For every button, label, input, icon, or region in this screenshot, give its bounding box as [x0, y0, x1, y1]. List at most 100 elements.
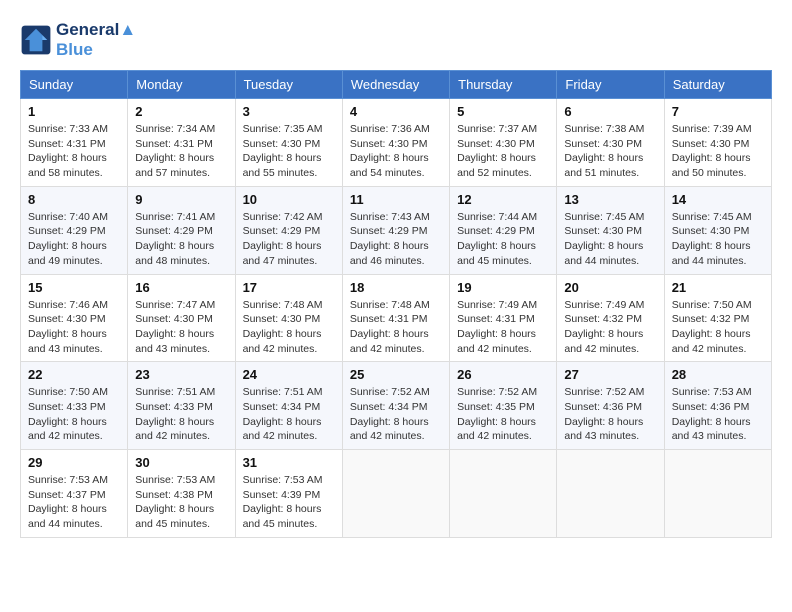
- calendar-cell: 19Sunrise: 7:49 AMSunset: 4:31 PMDayligh…: [450, 274, 557, 362]
- calendar-cell: 9 Sunrise: 7:41 AMSunset: 4:29 PMDaylight…: [128, 186, 235, 274]
- calendar-cell: 22 Sunrise: 7:50 AMSunset: 4:33 PMDayligh…: [21, 362, 128, 450]
- day-info: Sunrise: 7:48 AMSunset: 4:31 PMDaylight:…: [350, 298, 442, 357]
- day-number: 1: [28, 104, 120, 119]
- day-number: 6: [564, 104, 656, 119]
- calendar-cell: 20 Sunrise: 7:49 AMSunset: 4:32 PMDayligh…: [557, 274, 664, 362]
- header-sunday: Sunday: [21, 71, 128, 99]
- header-thursday: Thursday: [450, 71, 557, 99]
- day-info: Sunrise: 7:46 AMSunset: 4:30 PMDaylight:…: [28, 298, 120, 357]
- day-number: 9: [135, 192, 227, 207]
- day-number: 4: [350, 104, 442, 119]
- calendar-week-5: 29 Sunrise: 7:53 AMSunset: 4:37 PMDayligh…: [21, 450, 772, 538]
- calendar-cell: 16 Sunrise: 7:47 AMSunset: 4:30 PMDayligh…: [128, 274, 235, 362]
- day-info: Sunrise: 7:48 AMSunset: 4:30 PMDaylight:…: [243, 298, 335, 357]
- day-info: Sunrise: 7:42 AMSunset: 4:29 PMDaylight:…: [243, 210, 335, 269]
- calendar-cell: 24Sunrise: 7:51 AMSunset: 4:34 PMDayligh…: [235, 362, 342, 450]
- day-number: 10: [243, 192, 335, 207]
- day-number: 18: [350, 280, 442, 295]
- day-number: 25: [350, 367, 442, 382]
- calendar-cell: 28Sunrise: 7:53 AMSunset: 4:36 PMDayligh…: [664, 362, 771, 450]
- calendar-cell: 11 Sunrise: 7:43 AMSunset: 4:29 PMDayligh…: [342, 186, 449, 274]
- day-number: 29: [28, 455, 120, 470]
- page-header: General▲ Blue: [20, 20, 772, 60]
- calendar-cell: 5Sunrise: 7:37 AMSunset: 4:30 PMDaylight…: [450, 99, 557, 187]
- day-info: Sunrise: 7:35 AMSunset: 4:30 PMDaylight:…: [243, 122, 335, 181]
- calendar-cell: 25 Sunrise: 7:52 AMSunset: 4:34 PMDayligh…: [342, 362, 449, 450]
- day-info: Sunrise: 7:52 AMSunset: 4:35 PMDaylight:…: [457, 385, 549, 444]
- day-number: 2: [135, 104, 227, 119]
- day-number: 16: [135, 280, 227, 295]
- calendar-cell: 30 Sunrise: 7:53 AMSunset: 4:38 PMDayligh…: [128, 450, 235, 538]
- day-number: 27: [564, 367, 656, 382]
- calendar-cell: 3 Sunrise: 7:35 AMSunset: 4:30 PMDaylight…: [235, 99, 342, 187]
- day-number: 31: [243, 455, 335, 470]
- calendar-cell: 4 Sunrise: 7:36 AMSunset: 4:30 PMDaylight…: [342, 99, 449, 187]
- day-number: 30: [135, 455, 227, 470]
- day-info: Sunrise: 7:53 AMSunset: 4:39 PMDaylight:…: [243, 473, 335, 532]
- calendar-cell: 26 Sunrise: 7:52 AMSunset: 4:35 PMDayligh…: [450, 362, 557, 450]
- day-info: Sunrise: 7:49 AMSunset: 4:32 PMDaylight:…: [564, 298, 656, 357]
- day-info: Sunrise: 7:43 AMSunset: 4:29 PMDaylight:…: [350, 210, 442, 269]
- calendar-cell: 12Sunrise: 7:44 AMSunset: 4:29 PMDayligh…: [450, 186, 557, 274]
- day-number: 15: [28, 280, 120, 295]
- day-number: 11: [350, 192, 442, 207]
- day-number: 23: [135, 367, 227, 382]
- day-number: 14: [672, 192, 764, 207]
- day-number: 26: [457, 367, 549, 382]
- calendar-cell: 8Sunrise: 7:40 AMSunset: 4:29 PMDaylight…: [21, 186, 128, 274]
- calendar-cell: 15 Sunrise: 7:46 AMSunset: 4:30 PMDayligh…: [21, 274, 128, 362]
- day-info: Sunrise: 7:53 AMSunset: 4:38 PMDaylight:…: [135, 473, 227, 532]
- calendar-cell: 1 Sunrise: 7:33 AMSunset: 4:31 PMDaylight…: [21, 99, 128, 187]
- header-tuesday: Tuesday: [235, 71, 342, 99]
- day-info: Sunrise: 7:37 AMSunset: 4:30 PMDaylight:…: [457, 122, 549, 181]
- calendar-cell: 14 Sunrise: 7:45 AMSunset: 4:30 PMDayligh…: [664, 186, 771, 274]
- calendar-header-row: SundayMondayTuesdayWednesdayThursdayFrid…: [21, 71, 772, 99]
- day-info: Sunrise: 7:50 AMSunset: 4:33 PMDaylight:…: [28, 385, 120, 444]
- logo-text: General▲ Blue: [56, 20, 136, 60]
- day-info: Sunrise: 7:47 AMSunset: 4:30 PMDaylight:…: [135, 298, 227, 357]
- calendar-week-2: 8Sunrise: 7:40 AMSunset: 4:29 PMDaylight…: [21, 186, 772, 274]
- calendar-week-1: 1 Sunrise: 7:33 AMSunset: 4:31 PMDaylight…: [21, 99, 772, 187]
- day-number: 17: [243, 280, 335, 295]
- day-info: Sunrise: 7:40 AMSunset: 4:29 PMDaylight:…: [28, 210, 120, 269]
- day-info: Sunrise: 7:41 AMSunset: 4:29 PMDaylight:…: [135, 210, 227, 269]
- calendar-cell: [342, 450, 449, 538]
- calendar-table: SundayMondayTuesdayWednesdayThursdayFrid…: [20, 70, 772, 538]
- header-saturday: Saturday: [664, 71, 771, 99]
- day-info: Sunrise: 7:53 AMSunset: 4:37 PMDaylight:…: [28, 473, 120, 532]
- day-info: Sunrise: 7:33 AMSunset: 4:31 PMDaylight:…: [28, 122, 120, 181]
- header-wednesday: Wednesday: [342, 71, 449, 99]
- day-number: 21: [672, 280, 764, 295]
- calendar-cell: 21Sunrise: 7:50 AMSunset: 4:32 PMDayligh…: [664, 274, 771, 362]
- header-monday: Monday: [128, 71, 235, 99]
- day-number: 19: [457, 280, 549, 295]
- day-info: Sunrise: 7:38 AMSunset: 4:30 PMDaylight:…: [564, 122, 656, 181]
- day-info: Sunrise: 7:51 AMSunset: 4:34 PMDaylight:…: [243, 385, 335, 444]
- calendar-cell: [450, 450, 557, 538]
- day-number: 3: [243, 104, 335, 119]
- logo-icon: [20, 24, 52, 56]
- calendar-cell: 31 Sunrise: 7:53 AMSunset: 4:39 PMDayligh…: [235, 450, 342, 538]
- day-info: Sunrise: 7:53 AMSunset: 4:36 PMDaylight:…: [672, 385, 764, 444]
- day-info: Sunrise: 7:45 AMSunset: 4:30 PMDaylight:…: [564, 210, 656, 269]
- day-info: Sunrise: 7:34 AMSunset: 4:31 PMDaylight:…: [135, 122, 227, 181]
- calendar-cell: [557, 450, 664, 538]
- calendar-cell: 13 Sunrise: 7:45 AMSunset: 4:30 PMDayligh…: [557, 186, 664, 274]
- calendar-cell: [664, 450, 771, 538]
- day-info: Sunrise: 7:45 AMSunset: 4:30 PMDaylight:…: [672, 210, 764, 269]
- day-info: Sunrise: 7:51 AMSunset: 4:33 PMDaylight:…: [135, 385, 227, 444]
- calendar-cell: 6 Sunrise: 7:38 AMSunset: 4:30 PMDaylight…: [557, 99, 664, 187]
- calendar-cell: 7Sunrise: 7:39 AMSunset: 4:30 PMDaylight…: [664, 99, 771, 187]
- day-number: 13: [564, 192, 656, 207]
- day-info: Sunrise: 7:36 AMSunset: 4:30 PMDaylight:…: [350, 122, 442, 181]
- calendar-cell: 17 Sunrise: 7:48 AMSunset: 4:30 PMDayligh…: [235, 274, 342, 362]
- day-number: 20: [564, 280, 656, 295]
- calendar-cell: 27 Sunrise: 7:52 AMSunset: 4:36 PMDayligh…: [557, 362, 664, 450]
- calendar-week-3: 15 Sunrise: 7:46 AMSunset: 4:30 PMDayligh…: [21, 274, 772, 362]
- day-info: Sunrise: 7:52 AMSunset: 4:34 PMDaylight:…: [350, 385, 442, 444]
- day-info: Sunrise: 7:44 AMSunset: 4:29 PMDaylight:…: [457, 210, 549, 269]
- day-info: Sunrise: 7:52 AMSunset: 4:36 PMDaylight:…: [564, 385, 656, 444]
- logo: General▲ Blue: [20, 20, 136, 60]
- calendar-cell: 29 Sunrise: 7:53 AMSunset: 4:37 PMDayligh…: [21, 450, 128, 538]
- day-number: 22: [28, 367, 120, 382]
